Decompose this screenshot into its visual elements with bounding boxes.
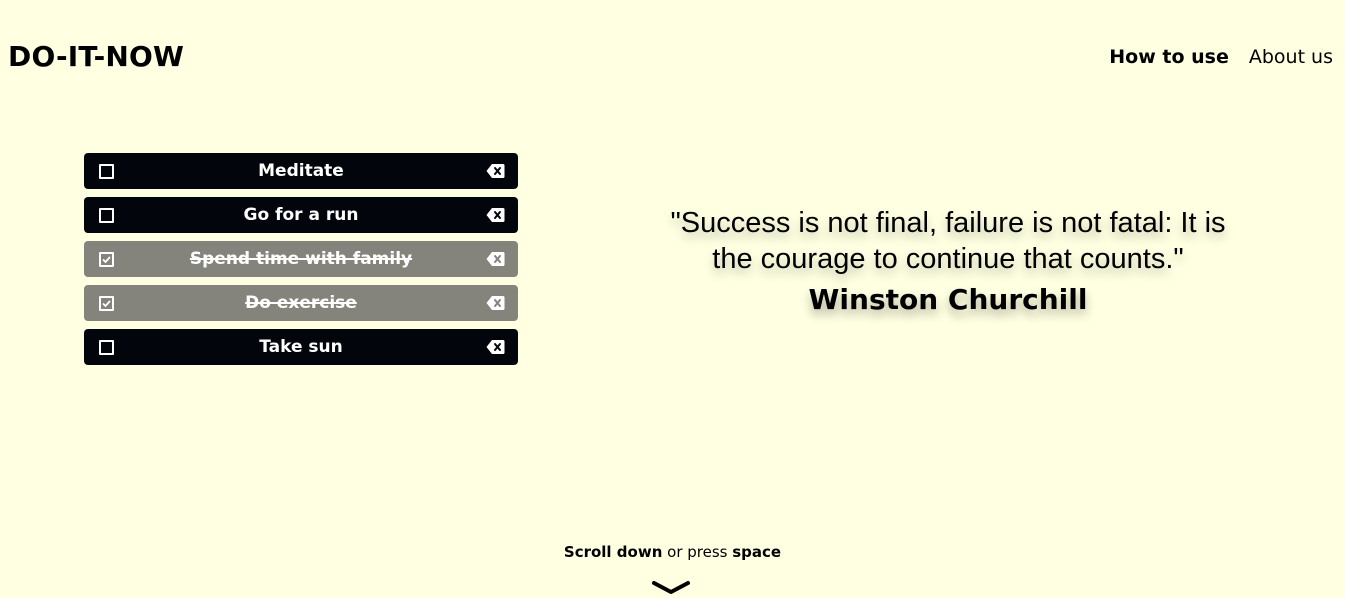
scroll-hint-key: space bbox=[732, 543, 782, 561]
delete-icon[interactable] bbox=[486, 163, 505, 179]
delete-icon[interactable] bbox=[486, 251, 505, 267]
scroll-hint-action: Scroll down bbox=[563, 543, 663, 561]
nav-how-to-use[interactable]: How to use bbox=[1109, 46, 1229, 68]
todo-item-meditate: Meditate bbox=[84, 153, 518, 189]
todo-label: Do exercise bbox=[245, 293, 357, 313]
checkbox-checked-icon[interactable] bbox=[99, 296, 114, 311]
top-nav: How to use About us bbox=[1109, 46, 1333, 68]
brand-logo[interactable]: DO-IT-NOW bbox=[8, 40, 184, 73]
todo-item-exercise: Do exercise bbox=[84, 285, 518, 321]
chevron-down-icon[interactable] bbox=[651, 580, 691, 596]
scroll-hint: Scroll down or press space bbox=[0, 543, 1345, 561]
quote-text: "Success is not final, failure is not fa… bbox=[670, 207, 1226, 275]
delete-icon[interactable] bbox=[486, 339, 505, 355]
todo-item-sun: Take sun bbox=[84, 329, 518, 365]
todo-list: Meditate Go for a run Spend time with fa… bbox=[84, 153, 518, 373]
scroll-hint-connector: or press bbox=[662, 543, 733, 561]
todo-item-run: Go for a run bbox=[84, 197, 518, 233]
todo-label: Go for a run bbox=[243, 205, 359, 225]
todo-label: Meditate bbox=[258, 161, 344, 181]
todo-label: Take sun bbox=[259, 337, 343, 357]
checkbox-checked-icon[interactable] bbox=[99, 252, 114, 267]
checkbox-icon[interactable] bbox=[99, 340, 114, 355]
delete-icon[interactable] bbox=[486, 295, 505, 311]
checkbox-icon[interactable] bbox=[99, 208, 114, 223]
todo-item-family: Spend time with family bbox=[84, 241, 518, 277]
delete-icon[interactable] bbox=[486, 207, 505, 223]
todo-label: Spend time with family bbox=[189, 249, 413, 269]
quote-author: Winston Churchill bbox=[808, 283, 1088, 316]
quote-block: "Success is not final, failure is not fa… bbox=[650, 205, 1246, 316]
checkbox-icon[interactable] bbox=[99, 164, 114, 179]
nav-about-us[interactable]: About us bbox=[1249, 46, 1333, 68]
